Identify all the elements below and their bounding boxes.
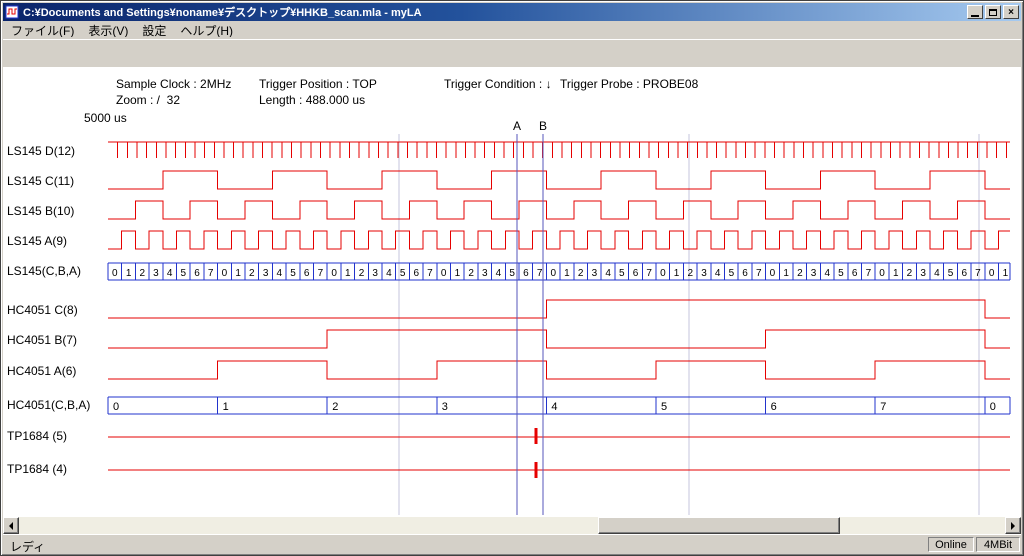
bus-value: 5 <box>838 268 844 279</box>
bus-value: 3 <box>592 268 598 279</box>
bus-value: 1 <box>674 268 680 279</box>
bus-value: 7 <box>646 268 652 279</box>
scroll-right-icon <box>1011 522 1019 530</box>
status-bar: レディ Online 4MBit <box>3 534 1021 553</box>
bus-value: 6 <box>633 268 639 279</box>
bus-value: 1 <box>235 268 241 279</box>
bus-value: 4 <box>277 268 283 279</box>
bus-value: 2 <box>468 268 474 279</box>
bus-value: 4 <box>167 268 173 279</box>
bus-value: 2 <box>907 268 913 279</box>
bus-value: 7 <box>537 268 543 279</box>
bus-value: 5 <box>400 268 406 279</box>
bus-value: 3 <box>442 401 448 413</box>
bus-value: 0 <box>990 401 996 413</box>
bus-value: 3 <box>263 268 269 279</box>
wave-trace <box>108 330 1010 348</box>
bus-trace <box>108 263 1010 280</box>
bus-value: 0 <box>112 268 118 279</box>
bus-value: 3 <box>811 268 817 279</box>
bus-value: 2 <box>359 268 365 279</box>
bus-value: 1 <box>893 268 899 279</box>
bus-value: 6 <box>852 268 858 279</box>
bus-value: 1 <box>223 401 229 413</box>
bus-value: 2 <box>578 268 584 279</box>
bus-value: 5 <box>661 401 667 413</box>
bus-value: 0 <box>441 268 447 279</box>
wave-trace <box>108 361 1010 379</box>
bus-value: 1 <box>455 268 461 279</box>
bus-value: 0 <box>331 268 337 279</box>
bus-value: 1 <box>1003 268 1009 279</box>
cursor-a-label: A <box>513 119 521 133</box>
bus-value: 0 <box>879 268 885 279</box>
scrollbar-thumb[interactable] <box>598 517 840 534</box>
wave-trace <box>108 171 1010 189</box>
bus-value: 7 <box>866 268 872 279</box>
bus-value: 2 <box>140 268 146 279</box>
bus-value: 0 <box>222 268 228 279</box>
bus-value: 5 <box>509 268 515 279</box>
bus-value: 6 <box>742 268 748 279</box>
bus-value: 5 <box>729 268 735 279</box>
bus-value: 3 <box>372 268 378 279</box>
bus-value: 0 <box>989 268 995 279</box>
app-window: { "window": { "title": "C:¥Documents and… <box>0 0 1024 556</box>
horizontal-scrollbar[interactable] <box>3 517 1021 534</box>
bus-value: 0 <box>770 268 776 279</box>
wave-trace <box>108 300 1010 318</box>
bus-value: 4 <box>551 401 557 413</box>
bus-value: 5 <box>181 268 187 279</box>
bus-value: 7 <box>975 268 981 279</box>
bus-value: 2 <box>249 268 255 279</box>
bus-value: 3 <box>482 268 488 279</box>
bus-value: 3 <box>153 268 159 279</box>
bus-value: 2 <box>797 268 803 279</box>
memory-status-badge: 4MBit <box>976 537 1020 552</box>
bus-value: 7 <box>880 401 886 413</box>
wave-trace <box>108 201 1010 219</box>
bus-value: 3 <box>701 268 707 279</box>
bus-value: 5 <box>619 268 625 279</box>
bus-value: 6 <box>414 268 420 279</box>
bus-value: 7 <box>318 268 324 279</box>
bus-value: 6 <box>523 268 529 279</box>
bus-value: 5 <box>290 268 296 279</box>
wave-trace <box>108 231 1010 249</box>
bus-value: 7 <box>208 268 214 279</box>
bus-value: 2 <box>688 268 694 279</box>
scroll-left-icon <box>5 522 13 530</box>
bus-value: 6 <box>771 401 777 413</box>
bus-value: 7 <box>427 268 433 279</box>
bus-value: 1 <box>564 268 570 279</box>
bus-value: 6 <box>304 268 310 279</box>
bus-value: 4 <box>386 268 392 279</box>
bus-value: 4 <box>934 268 940 279</box>
bus-value: 0 <box>660 268 666 279</box>
bus-value: 4 <box>605 268 611 279</box>
bus-value: 4 <box>825 268 831 279</box>
bus-value: 5 <box>948 268 954 279</box>
online-status-badge: Online <box>928 537 974 552</box>
bus-value: 1 <box>126 268 132 279</box>
status-ready-text: レディ <box>10 538 45 555</box>
bus-value: 7 <box>756 268 762 279</box>
waveform-canvas[interactable]: 0123456701234567012345670123456701234567… <box>0 0 1024 556</box>
bus-value: 0 <box>551 268 557 279</box>
wave-trace <box>108 142 1010 158</box>
bus-value: 1 <box>345 268 351 279</box>
bus-value: 2 <box>332 401 338 413</box>
bus-value: 3 <box>920 268 926 279</box>
bus-value: 6 <box>962 268 968 279</box>
bus-value: 4 <box>496 268 502 279</box>
bus-value: 1 <box>783 268 789 279</box>
bus-value: 4 <box>715 268 721 279</box>
scroll-right-button[interactable] <box>1005 517 1021 534</box>
scroll-left-button[interactable] <box>3 517 19 534</box>
cursor-b-label: B <box>539 119 547 133</box>
bus-value: 6 <box>194 268 200 279</box>
bus-trace <box>108 397 1010 414</box>
bus-value: 0 <box>113 401 119 413</box>
